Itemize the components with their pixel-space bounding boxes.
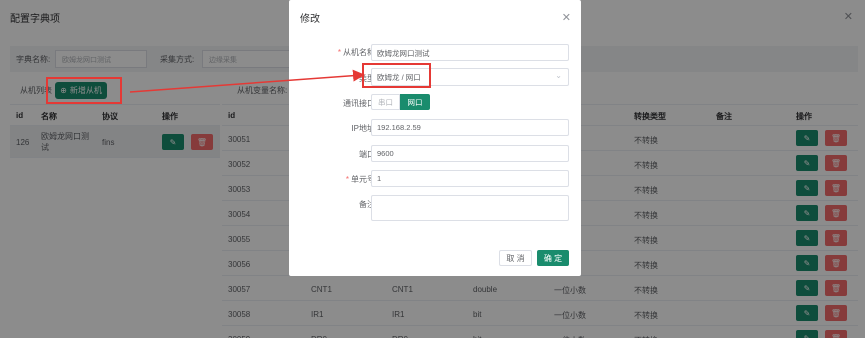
annotation-arrow [129,69,365,93]
